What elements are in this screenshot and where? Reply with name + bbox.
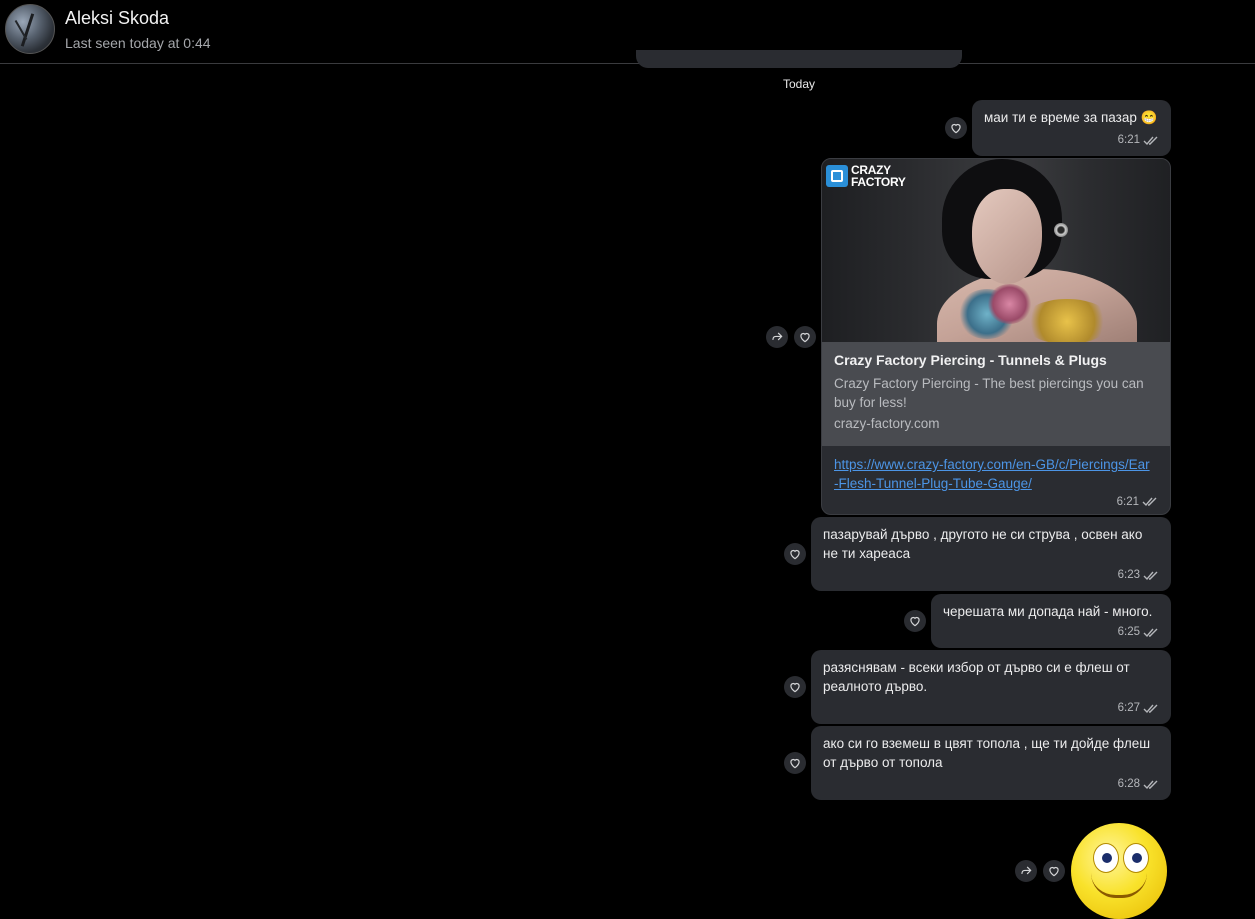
brand-logo: CRAZY FACTORY: [826, 164, 911, 188]
avatar[interactable]: [5, 4, 55, 54]
react-heart-button[interactable]: [945, 117, 967, 139]
message-meta: 6:21: [1118, 131, 1159, 150]
heart-icon: [790, 682, 800, 693]
emoji-mouth: [1091, 873, 1147, 898]
message-text: разяснявам - всеки избор от дърво си е ф…: [823, 660, 1130, 694]
message-bubble[interactable]: черешата ми допада най - много. 6:25: [931, 594, 1171, 648]
heart-icon: [790, 758, 800, 769]
image-ear-plug: [1054, 223, 1068, 237]
contact-name[interactable]: Aleksi Skoda: [65, 8, 169, 29]
message-meta: 6:28: [1118, 775, 1159, 794]
previous-message-bubble: [636, 50, 962, 68]
link-description: Crazy Factory Piercing - The best pierci…: [834, 376, 1144, 410]
heart-icon: [790, 549, 800, 560]
react-heart-button[interactable]: [1043, 860, 1065, 882]
react-heart-button[interactable]: [784, 676, 806, 698]
react-heart-button[interactable]: [784, 752, 806, 774]
message-meta: 6:27: [1118, 699, 1159, 718]
react-heart-button[interactable]: [794, 326, 816, 348]
crazy-factory-logo-icon: [826, 165, 848, 187]
message-bubble[interactable]: маи ти е време за пазар 😁 6:21: [972, 100, 1171, 156]
link-title: Crazy Factory Piercing - Tunnels & Plugs: [834, 352, 1107, 368]
double-check-icon: [1143, 780, 1158, 789]
double-check-icon: [1142, 497, 1157, 507]
emoji-eye: [1093, 843, 1119, 873]
forward-button[interactable]: [1015, 860, 1037, 882]
heart-icon: [951, 123, 961, 134]
last-seen-status: Last seen today at 0:44: [65, 35, 211, 51]
message-time: 6:28: [1117, 778, 1140, 790]
avatar-branch: [20, 13, 35, 47]
message-time: 6:27: [1117, 702, 1140, 714]
link-domain: crazy-factory.com: [834, 416, 940, 431]
image-tattoo: [987, 284, 1032, 324]
link-preview-info[interactable]: Crazy Factory Piercing - Tunnels & Plugs…: [822, 342, 1170, 446]
brand-logo-text: CRAZY FACTORY: [851, 163, 906, 189]
message-bubble[interactable]: пазарувай дърво , другото не си струва ,…: [811, 517, 1171, 591]
link-preview-message[interactable]: CRAZY FACTORY Crazy Factory Piercing - T…: [821, 158, 1171, 515]
emoji-eye: [1123, 843, 1149, 873]
message-meta: 6:23: [1118, 566, 1159, 585]
double-check-icon: [1143, 571, 1158, 580]
message-text: ако си го вземеш в цвят топола , ще ти д…: [823, 736, 1151, 770]
forward-icon: [772, 332, 783, 341]
heart-icon: [910, 616, 920, 627]
heart-icon: [800, 332, 810, 343]
message-bubble[interactable]: разяснявам - всеки избор от дърво си е ф…: [811, 650, 1171, 724]
message-text: маи ти е време за пазар: [984, 110, 1137, 125]
message-bubble[interactable]: ако си го вземеш в цвят топола , ще ти д…: [811, 726, 1171, 800]
link-url[interactable]: https://www.crazy-factory.com/en-GB/c/Pi…: [834, 455, 1154, 493]
message-text: пазарувай дърво , другото не си струва ,…: [823, 527, 1143, 561]
image-tattoo: [1022, 299, 1112, 342]
message-text: черешата ми допада най - много.: [943, 604, 1153, 619]
heart-icon: [1049, 866, 1059, 877]
grin-emoji-icon: 😁: [1140, 110, 1158, 125]
day-separator: Today: [783, 77, 816, 91]
link-preview-image[interactable]: CRAZY FACTORY: [822, 159, 1170, 342]
message-time: 6:21: [1116, 496, 1139, 508]
message-meta: 6:25: [1118, 623, 1159, 642]
double-check-icon: [1143, 704, 1158, 713]
double-check-icon: [1143, 628, 1158, 637]
image-face: [972, 189, 1042, 284]
double-check-icon: [1143, 136, 1158, 145]
react-heart-button[interactable]: [784, 543, 806, 565]
forward-icon: [1021, 866, 1032, 875]
message-time: 6:25: [1117, 626, 1140, 638]
message-time: 6:23: [1117, 569, 1140, 581]
forward-button[interactable]: [766, 326, 788, 348]
smiley-emoji-icon[interactable]: [1071, 823, 1167, 919]
chat-header: Aleksi Skoda Last seen today at 0:44: [0, 0, 1255, 64]
message-time: 6:21: [1117, 134, 1140, 146]
react-heart-button[interactable]: [904, 610, 926, 632]
message-meta: 6:21: [1117, 496, 1158, 508]
